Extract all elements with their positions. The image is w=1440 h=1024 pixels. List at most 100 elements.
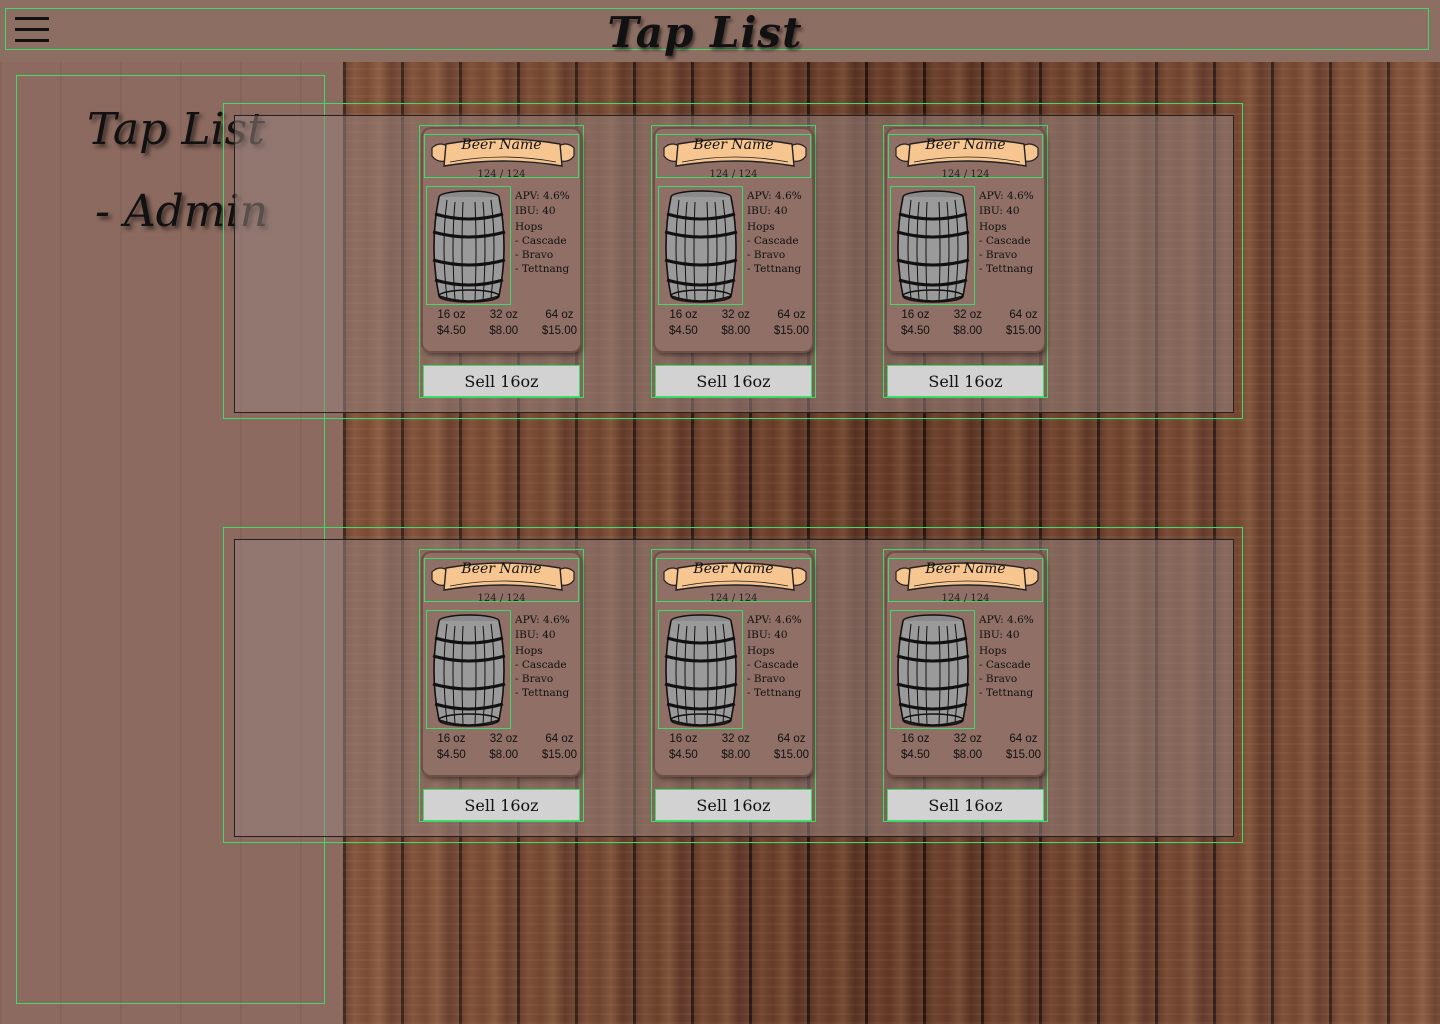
beer-info: APV: 4.6% IBU: 40 Hops - Cascade - Bravo… <box>515 189 570 276</box>
keg-remaining: 124 / 124 <box>941 169 990 180</box>
size-label: 32 oz <box>721 733 750 745</box>
beer-card-body: Beer Name 124 / 124 APV: 4.6% IBU: 40 Ho… <box>887 129 1044 351</box>
abv-text: APV: 4.6% <box>979 190 1034 202</box>
price-table: 16 oz $4.50 32 oz $8.00 64 oz $15.00 <box>669 307 809 339</box>
price-value: $8.00 <box>721 749 751 761</box>
hop-item: - Cascade <box>747 659 799 671</box>
size-label: 32 oz <box>721 309 750 321</box>
ibu-text: IBU: 40 <box>747 205 788 217</box>
ibu-text: IBU: 40 <box>747 629 788 641</box>
price-table: 16 oz $4.50 32 oz $8.00 64 oz $15.00 <box>437 731 577 763</box>
beer-card-body: Beer Name 124 / 124 APV: 4.6% IBU: 40 Ho… <box>423 553 580 775</box>
ibu-text: IBU: 40 <box>979 205 1020 217</box>
sell-16oz-button[interactable]: Sell 16oz <box>888 366 1043 396</box>
beer-card-body: Beer Name 124 / 124 APV: 4.6% IBU: 40 Ho… <box>655 553 812 775</box>
keg-remaining: 124 / 124 <box>477 593 526 604</box>
hop-item: - Tettnang <box>515 263 570 275</box>
beer-name: Beer Name <box>693 137 774 153</box>
size-label: 64 oz <box>1009 309 1038 321</box>
hop-item: - Cascade <box>979 235 1031 247</box>
hops-label: Hops <box>979 645 1007 657</box>
size-label: 64 oz <box>777 309 806 321</box>
beer-name: Beer Name <box>693 561 774 577</box>
beer-info: APV: 4.6% IBU: 40 Hops - Cascade - Bravo… <box>979 613 1034 700</box>
size-label: 16 oz <box>437 309 466 321</box>
size-label: 64 oz <box>545 309 574 321</box>
beer-name: Beer Name <box>925 561 1006 577</box>
hop-item: - Bravo <box>515 673 554 685</box>
size-label: 16 oz <box>901 733 930 745</box>
keg-image <box>890 610 975 729</box>
keg-image <box>890 186 975 305</box>
sell-16oz-button[interactable]: Sell 16oz <box>656 790 811 820</box>
beer-name: Beer Name <box>925 137 1006 153</box>
barrel-icon <box>896 190 970 303</box>
ibu-text: IBU: 40 <box>979 629 1020 641</box>
page-title: Tap List <box>607 8 803 57</box>
beer-card: Beer Name 124 / 124 APV: 4.6% IBU: 40 Ho… <box>651 125 816 398</box>
size-label: 32 oz <box>953 733 982 745</box>
barrel-icon <box>896 614 970 727</box>
price-table: 16 oz $4.50 32 oz $8.00 64 oz $15.00 <box>901 307 1041 339</box>
hops-label: Hops <box>747 221 775 233</box>
hop-item: - Bravo <box>747 249 786 261</box>
size-label: 64 oz <box>545 733 574 745</box>
hop-item: - Bravo <box>747 673 786 685</box>
price-value: $15.00 <box>773 325 809 337</box>
beer-info: APV: 4.6% IBU: 40 Hops - Cascade - Bravo… <box>747 189 802 276</box>
hop-item: - Bravo <box>515 249 554 261</box>
price-table: 16 oz $4.50 32 oz $8.00 64 oz $15.00 <box>669 731 809 763</box>
abv-text: APV: 4.6% <box>747 190 802 202</box>
beer-info: APV: 4.6% IBU: 40 Hops - Cascade - Bravo… <box>747 613 802 700</box>
hop-item: - Tettnang <box>979 263 1034 275</box>
beer-card: Beer Name 124 / 124 APV: 4.6% IBU: 40 Ho… <box>419 549 584 822</box>
keg-remaining: 124 / 124 <box>709 593 758 604</box>
hop-item: - Tettnang <box>515 687 570 699</box>
size-label: 32 oz <box>953 309 982 321</box>
keg-image <box>426 186 511 305</box>
beer-card: Beer Name 124 / 124 APV: 4.6% IBU: 40 Ho… <box>883 125 1048 398</box>
size-label: 16 oz <box>437 733 466 745</box>
hops-label: Hops <box>515 645 543 657</box>
price-value: $4.50 <box>437 325 466 337</box>
sell-16oz-button[interactable]: Sell 16oz <box>656 366 811 396</box>
beer-info: APV: 4.6% IBU: 40 Hops - Cascade - Bravo… <box>979 189 1034 276</box>
barrel-icon <box>432 614 506 727</box>
price-value: $4.50 <box>437 749 466 761</box>
price-value: $15.00 <box>1005 325 1041 337</box>
price-value: $15.00 <box>773 749 809 761</box>
ibu-text: IBU: 40 <box>515 205 556 217</box>
abv-text: APV: 4.6% <box>747 614 802 626</box>
size-label: 16 oz <box>669 309 698 321</box>
sell-16oz-button[interactable]: Sell 16oz <box>424 790 579 820</box>
price-value: $15.00 <box>541 325 577 337</box>
hop-item: - Tettnang <box>747 263 802 275</box>
hop-item: - Tettnang <box>979 687 1034 699</box>
price-value: $15.00 <box>1005 749 1041 761</box>
keg-remaining: 124 / 124 <box>941 593 990 604</box>
size-label: 64 oz <box>777 733 806 745</box>
hops-label: Hops <box>747 645 775 657</box>
keg-remaining: 124 / 124 <box>477 169 526 180</box>
beer-card-body: Beer Name 124 / 124 APV: 4.6% IBU: 40 Ho… <box>887 553 1044 775</box>
size-label: 32 oz <box>489 309 518 321</box>
barrel-icon <box>432 190 506 303</box>
size-label: 16 oz <box>901 309 930 321</box>
hop-item: - Bravo <box>979 673 1018 685</box>
abv-text: APV: 4.6% <box>515 190 570 202</box>
beer-card: Beer Name 124 / 124 APV: 4.6% IBU: 40 Ho… <box>419 125 584 398</box>
price-value: $8.00 <box>489 749 519 761</box>
beer-info: APV: 4.6% IBU: 40 Hops - Cascade - Bravo… <box>515 613 570 700</box>
beer-card: Beer Name 124 / 124 APV: 4.6% IBU: 40 Ho… <box>651 549 816 822</box>
beer-card-body: Beer Name 124 / 124 APV: 4.6% IBU: 40 Ho… <box>655 129 812 351</box>
hops-label: Hops <box>979 221 1007 233</box>
ibu-text: IBU: 40 <box>515 629 556 641</box>
price-value: $4.50 <box>901 749 930 761</box>
hops-label: Hops <box>515 221 543 233</box>
abv-text: APV: 4.6% <box>515 614 570 626</box>
price-table: 16 oz $4.50 32 oz $8.00 64 oz $15.00 <box>437 307 577 339</box>
sell-16oz-button[interactable]: Sell 16oz <box>424 366 579 396</box>
price-value: $8.00 <box>953 749 983 761</box>
price-value: $8.00 <box>721 325 751 337</box>
sell-16oz-button[interactable]: Sell 16oz <box>888 790 1043 820</box>
